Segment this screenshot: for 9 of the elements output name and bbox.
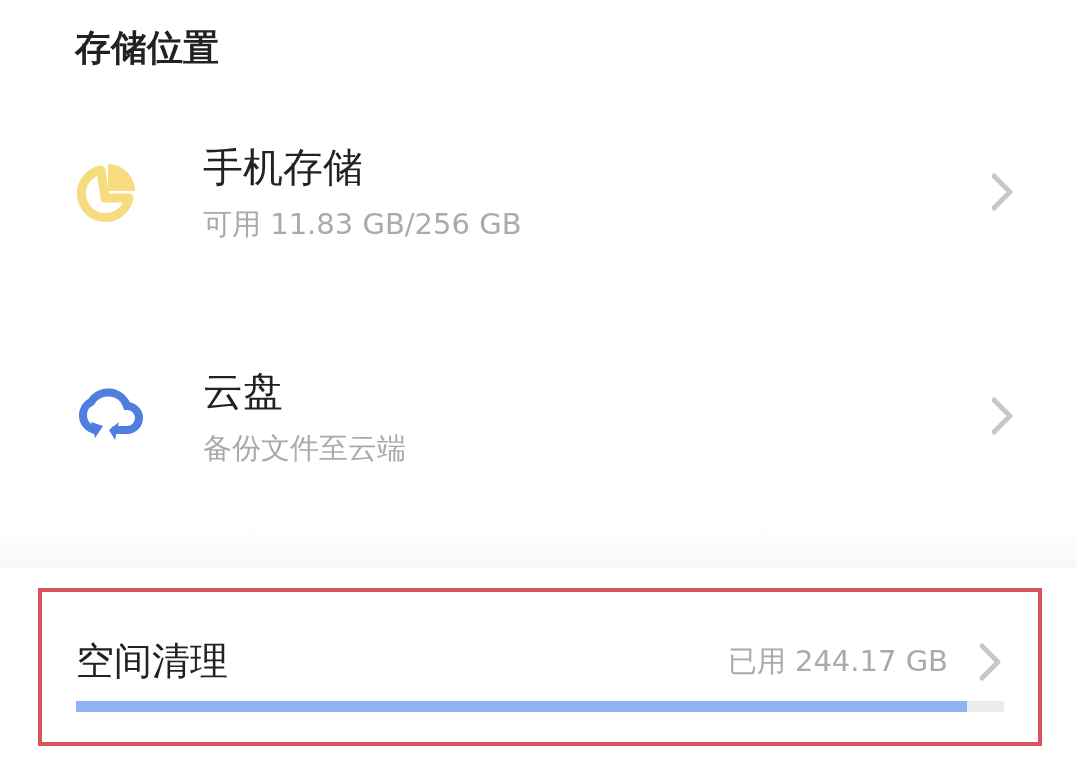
location-subtitle: 备份文件至云端 bbox=[203, 429, 406, 467]
storage-location-row[interactable]: 云盘 备份文件至云端 bbox=[0, 304, 1076, 528]
section-heading: 存储位置 bbox=[75, 26, 219, 70]
used-reading: 已用 244.17 GB bbox=[727, 642, 948, 680]
storage-location-row[interactable]: 手机存储 可用 11.83 GB/256 GB bbox=[0, 80, 1076, 304]
location-title: 云盘 bbox=[203, 366, 283, 416]
location-subtitle: 可用 11.83 GB/256 GB bbox=[203, 205, 522, 243]
cleanup-title: 空间清理 bbox=[76, 638, 229, 685]
location-title: 手机存储 bbox=[203, 142, 363, 192]
